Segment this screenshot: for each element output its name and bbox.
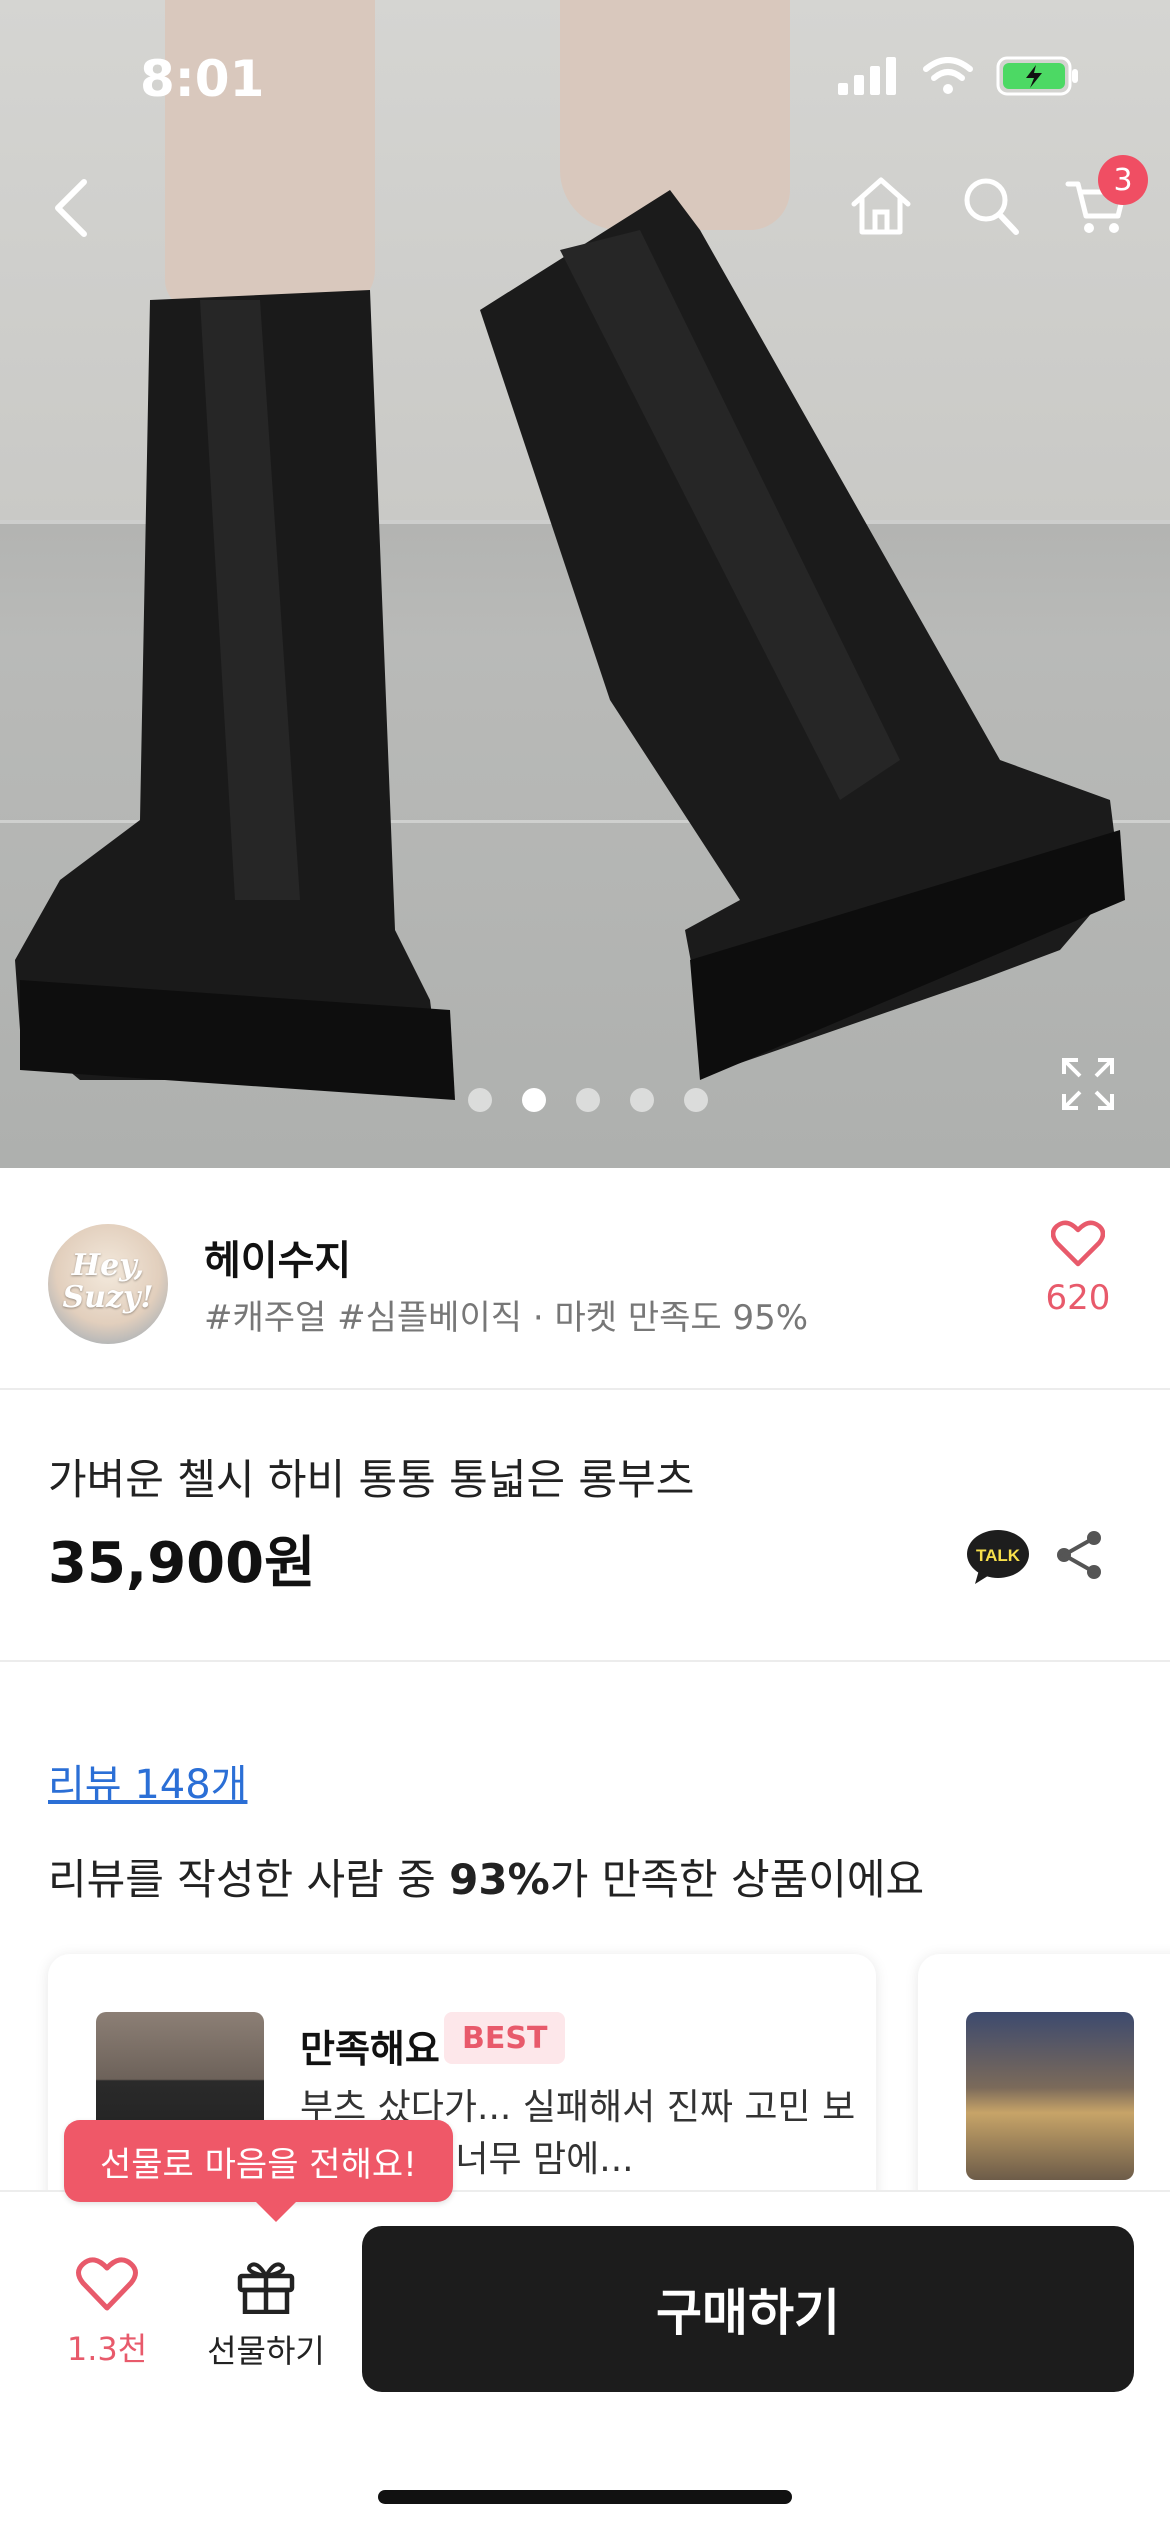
review-title: 만족해요 <box>300 2027 440 2071</box>
store-avatar-logo-text: Hey, Suzy! <box>62 1248 154 1315</box>
share-icon[interactable] <box>1052 1528 1106 1582</box>
signal-icon <box>838 57 896 95</box>
carousel-dot[interactable] <box>630 1088 654 1112</box>
store-like-count: 620 <box>1045 1278 1111 1318</box>
review-summary-percent: 93% <box>449 1855 550 1904</box>
product-like-button[interactable]: 1.3천 <box>62 2256 152 2370</box>
store-name[interactable]: 헤이수지 <box>204 1228 351 1286</box>
gift-tooltip: 선물로 마음을 전해요! <box>64 2120 453 2222</box>
battery-icon <box>996 56 1078 96</box>
heart-outline-icon <box>76 2257 138 2311</box>
carousel-dot-active[interactable] <box>522 1088 546 1112</box>
product-info: 가벼운 첼시 하비 통통 통넓은 롱부츠 35,900원 TALK <box>0 1390 1170 1662</box>
status-time: 8:01 <box>140 50 265 108</box>
cart-count-badge: 3 <box>1098 155 1148 205</box>
product-title: 가벼운 첼시 하비 통통 통넓은 롱부츠 <box>48 1455 695 1504</box>
gift-button[interactable]: 선물하기 <box>196 2256 336 2372</box>
store-info[interactable]: Hey, Suzy! 헤이수지 #캐주얼 #심플베이직 · 마켓 만족도 95%… <box>0 1168 1170 1390</box>
product-image-carousel[interactable]: 8:01 3 <box>0 0 1170 1168</box>
carousel-dot[interactable] <box>468 1088 492 1112</box>
kakao-talk-label: TALK <box>976 1546 1021 1565</box>
store-like-button[interactable]: 620 <box>1038 1220 1118 1318</box>
product-price: 35,900원 <box>48 1531 316 1596</box>
product-like-count: 1.3천 <box>66 2330 148 2368</box>
home-icon[interactable] <box>848 174 914 238</box>
gift-label: 선물하기 <box>207 2332 325 2370</box>
buy-button[interactable]: 구매하기 <box>362 2226 1134 2392</box>
carousel-dot[interactable] <box>576 1088 600 1112</box>
carousel-indicator <box>468 1088 708 1112</box>
search-icon[interactable] <box>960 174 1022 238</box>
review-count-link[interactable]: 리뷰 148개 <box>48 1752 247 1810</box>
carousel-dot[interactable] <box>684 1088 708 1112</box>
review-summary-suffix: 가 만족한 상품이에요 <box>549 1855 925 1904</box>
wifi-icon <box>923 57 973 94</box>
back-arrow-icon[interactable] <box>48 176 98 240</box>
heart-outline-icon <box>1050 1220 1106 1267</box>
review-summary-prefix: 리뷰를 작성한 사람 중 <box>48 1855 450 1904</box>
status-bar: 8:01 <box>0 0 1170 150</box>
store-avatar[interactable]: Hey, Suzy! <box>48 1224 168 1344</box>
gift-icon <box>237 2262 295 2315</box>
home-indicator <box>378 2490 792 2504</box>
expand-icon[interactable] <box>1060 1056 1116 1112</box>
kakao-talk-icon[interactable]: TALK <box>965 1528 1031 1588</box>
best-badge: BEST <box>444 2012 566 2064</box>
review-summary: 리뷰를 작성한 사람 중 93%가 만족한 상품이에요 <box>48 1846 924 1907</box>
review-photo <box>966 2012 1134 2180</box>
store-tags: #캐주얼 #심플베이직 · 마켓 만족도 95% <box>204 1298 809 1338</box>
